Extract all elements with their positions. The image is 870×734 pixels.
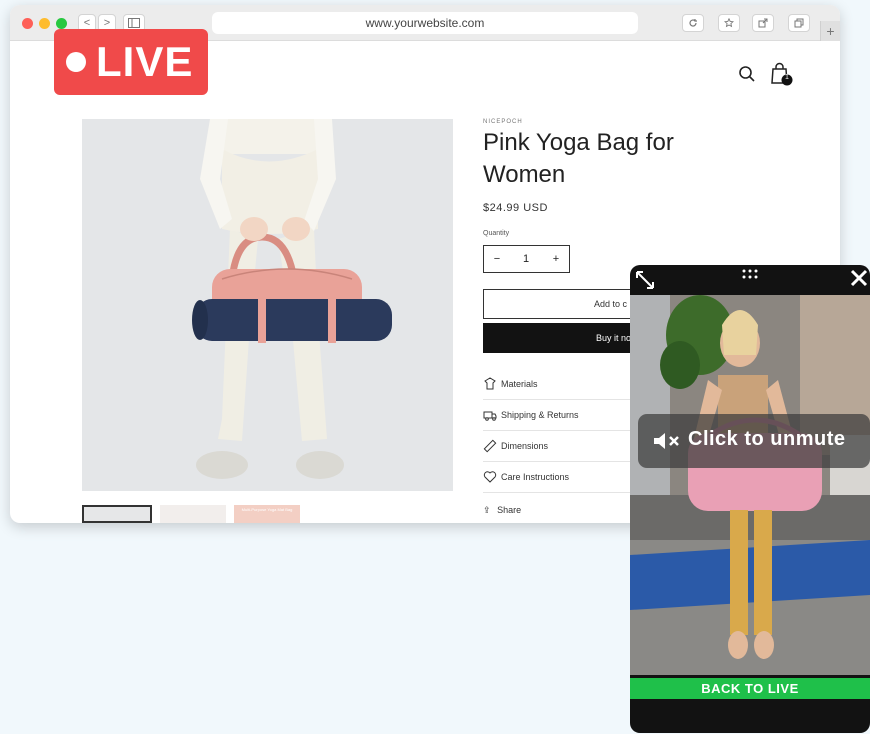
reload-icon <box>689 19 697 27</box>
accordion-label: Dimensions <box>501 441 549 451</box>
thumbnail-2[interactable] <box>160 505 226 523</box>
quantity-input[interactable]: 1 <box>515 246 537 272</box>
back-to-live-button[interactable]: BACK TO LIVE <box>630 678 870 699</box>
cart-count-badge: 1 <box>785 74 789 81</box>
share-label: Share <box>497 505 522 515</box>
reload-button[interactable] <box>682 14 704 32</box>
live-label: LIVE <box>96 38 194 85</box>
share-out-icon <box>758 18 768 28</box>
thumbnail-caption: Multi-Purpose Yoga Mat Bag <box>241 507 293 512</box>
product-main-image[interactable] <box>82 119 453 491</box>
unmute-label: Click to unmute <box>688 428 846 450</box>
thumbnail-1[interactable] <box>82 505 152 523</box>
maximize-window-button[interactable] <box>56 18 67 29</box>
expand-icon[interactable] <box>634 269 656 291</box>
accordion-label: Materials <box>501 379 538 389</box>
truck-icon <box>483 411 497 421</box>
muted-speaker-icon <box>654 433 679 449</box>
minimize-window-button[interactable] <box>39 18 50 29</box>
decrement-button[interactable]: − <box>486 246 508 272</box>
live-video-popup: Click to unmute BACK TO LIVE <box>630 265 870 733</box>
share-page-button[interactable] <box>752 14 774 32</box>
close-window-button[interactable] <box>22 18 33 29</box>
new-tab-button[interactable]: + <box>820 21 840 41</box>
product-price: $24.99 USD <box>483 202 548 214</box>
product-title: Pink Yoga Bag for Women <box>483 129 674 188</box>
search-icon[interactable] <box>738 65 756 88</box>
sidebar-icon <box>128 18 140 28</box>
thumbnail-3[interactable]: Multi-Purpose Yoga Mat Bag <box>234 505 300 523</box>
star-icon <box>723 17 735 28</box>
quantity-label: Quantity <box>483 230 510 237</box>
share-icon: ⇪ <box>483 505 491 515</box>
video-player[interactable]: Click to unmute <box>630 295 870 675</box>
tabs-icon <box>794 18 804 28</box>
close-icon[interactable] <box>849 268 869 288</box>
live-dot-icon <box>66 52 86 72</box>
bookmark-button[interactable] <box>718 14 740 32</box>
accordion-label: Shipping & Returns <box>501 410 579 420</box>
product-brand: NICEPOCH <box>483 119 523 125</box>
heart-icon <box>483 471 497 483</box>
tabs-overview-button[interactable] <box>788 14 810 32</box>
address-bar[interactable]: www.yourwebsite.com <box>212 12 638 34</box>
shopping-bag-icon <box>771 62 793 86</box>
unmute-button[interactable]: Click to unmute <box>638 414 870 468</box>
live-badge: LIVE <box>54 29 208 95</box>
ruler-icon <box>483 439 497 453</box>
materials-icon <box>484 377 496 390</box>
drag-handle-icon[interactable] <box>742 269 758 279</box>
quantity-stepper: − 1 + <box>483 245 570 273</box>
accordion-label: Care Instructions <box>501 472 570 482</box>
increment-button[interactable]: + <box>545 246 567 272</box>
cart-button[interactable]: 1 <box>770 61 794 92</box>
share-link[interactable]: ⇪ Share <box>483 505 521 516</box>
